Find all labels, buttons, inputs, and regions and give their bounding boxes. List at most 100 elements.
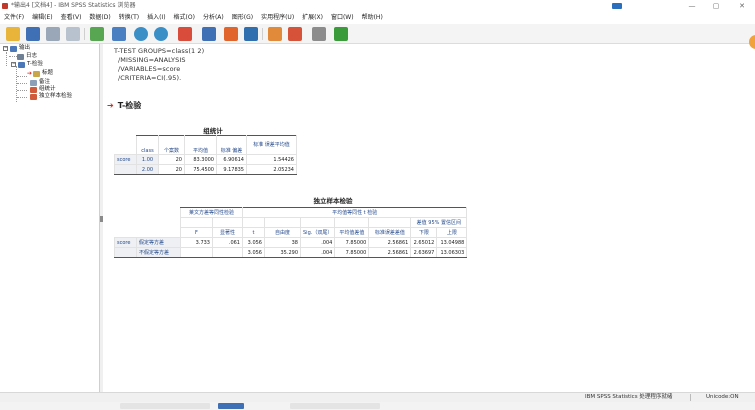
menu-help[interactable]: 帮助(H) xyxy=(358,12,387,24)
ttest-group-header: 平均值等同性 t 检验 xyxy=(241,207,468,218)
stop-icon[interactable] xyxy=(312,27,326,41)
goto-case-icon[interactable] xyxy=(202,27,216,41)
syntax-line: /VARIABLES=score xyxy=(118,65,181,73)
status-bar: IBM SPSS Statistics 处理程序就绪 Unicode:ON xyxy=(0,392,755,402)
cell: 2.63697 xyxy=(410,247,438,258)
menu-edit[interactable]: 编辑(E) xyxy=(28,12,56,24)
table-corner xyxy=(137,228,181,238)
status-divider xyxy=(690,394,691,401)
menu-utilities[interactable]: 实用程序(U) xyxy=(257,12,298,24)
toolbar xyxy=(0,24,755,44)
cell: 3.056 xyxy=(242,247,265,258)
table-icon xyxy=(30,93,37,100)
goto-variable-icon[interactable] xyxy=(224,27,238,41)
collapse-icon[interactable]: − xyxy=(3,46,8,51)
menu-analyze[interactable]: 分析(A) xyxy=(199,12,228,24)
open-icon[interactable] xyxy=(6,27,20,41)
outline-node-title[interactable]: ➔ 标题 xyxy=(27,70,53,77)
dialog-recall-icon[interactable] xyxy=(112,27,126,41)
outline-node-independent-test[interactable]: 独立样本检验 xyxy=(30,93,72,100)
row-header-class: 2.00 xyxy=(136,164,159,175)
independent-test-title: 独立样本检验 xyxy=(313,197,353,205)
col-header-t: t xyxy=(242,227,265,238)
menu-view[interactable]: 查看(V) xyxy=(57,12,86,24)
input-method-icon[interactable] xyxy=(612,3,622,9)
run-icon[interactable] xyxy=(334,27,348,41)
cell: 9.17835 xyxy=(216,164,247,175)
spss-app-icon xyxy=(2,3,8,9)
col-header-sig-spacer xyxy=(212,217,243,228)
variables-icon[interactable] xyxy=(244,27,258,41)
menu-extensions[interactable]: 扩展(X) xyxy=(298,12,327,24)
tree-connector xyxy=(17,97,27,98)
undo-icon[interactable] xyxy=(134,27,148,41)
status-processor-ready: IBM SPSS Statistics 处理程序就绪 xyxy=(585,394,673,400)
row-header-variable-blank xyxy=(114,247,137,258)
cell: 7.85000 xyxy=(334,237,370,248)
taskbar-item[interactable] xyxy=(290,403,380,409)
table-corner xyxy=(137,218,181,228)
tree-connector xyxy=(17,76,27,77)
cell: 2.56861 xyxy=(368,237,412,248)
outline-node-output[interactable]: − 输出 xyxy=(3,45,30,52)
independent-test-table[interactable]: 莱文方差等同性检验 平均值等同性 t 检验 差值 95% 置信区间 F 显著性 … xyxy=(114,207,468,258)
print-icon[interactable] xyxy=(46,27,60,41)
table-corner xyxy=(115,136,137,155)
row-header-variable: score xyxy=(114,154,137,165)
minimize-button[interactable]: — xyxy=(684,0,700,12)
cell: 13.04988 xyxy=(436,237,468,248)
cell: 20 xyxy=(158,164,185,175)
syntax-log: T-TEST GROUPS=class(1 2) /MISSING=ANALYS… xyxy=(114,47,204,83)
levene-group-header: 莱文方差等同性检验 xyxy=(180,207,243,218)
maximize-button[interactable]: ▢ xyxy=(708,0,724,12)
menu-window[interactable]: 窗口(W) xyxy=(327,12,358,24)
output-book-icon xyxy=(10,45,17,52)
redo-icon[interactable] xyxy=(154,27,168,41)
taskbar-item-active[interactable] xyxy=(218,403,244,409)
outline-node-log[interactable]: 日志 xyxy=(17,53,37,60)
syntax-line: T-TEST GROUPS=class(1 2) xyxy=(114,47,205,55)
outline-label-ttest: T-检验 xyxy=(27,61,43,67)
menu-graphs[interactable]: 图形(G) xyxy=(228,12,257,24)
menu-file[interactable]: 文件(F) xyxy=(0,12,28,24)
menu-insert[interactable]: 插入(I) xyxy=(143,12,169,24)
outline-node-notes[interactable]: 备注 xyxy=(30,79,50,86)
cell: .061 xyxy=(212,237,243,248)
col-header-f-spacer xyxy=(180,217,213,228)
output-content-pane: T-TEST GROUPS=class(1 2) /MISSING=ANALYS… xyxy=(103,44,755,392)
cell: 35.290 xyxy=(264,247,301,258)
col-header-sig: 显著性 xyxy=(212,227,243,238)
insert-output-icon[interactable] xyxy=(268,27,282,41)
table-row: 不假定等方差 3.056 35.290 .004 7.85000 2.56861… xyxy=(114,247,468,258)
cell: 7.85000 xyxy=(334,247,370,258)
menu-transform[interactable]: 转换(T) xyxy=(115,12,143,24)
row-header-assumption: 假定等方差 xyxy=(136,237,181,248)
collapse-icon[interactable]: − xyxy=(11,62,16,67)
taskbar-item[interactable] xyxy=(120,403,210,409)
print-preview-icon[interactable] xyxy=(66,27,80,41)
outline-label-notes: 备注 xyxy=(39,79,51,85)
log-icon xyxy=(17,53,24,60)
outline-node-group-stats[interactable]: 组统计 xyxy=(30,86,56,93)
col-header-se: 标准 误差平均值 xyxy=(246,135,297,155)
close-button[interactable]: ✕ xyxy=(734,0,750,12)
table-row: score 1.00 20 83.3000 6.90614 1.54426 xyxy=(114,154,297,165)
save-icon[interactable] xyxy=(26,27,40,41)
table-icon xyxy=(30,86,37,93)
menu-data[interactable]: 数据(D) xyxy=(85,12,114,24)
export-icon[interactable] xyxy=(90,27,104,41)
syntax-line: /CRITERIA=CI(.95). xyxy=(118,74,182,82)
selected-arrow-icon: ➔ xyxy=(27,70,33,77)
cell: 83.3000 xyxy=(184,154,217,165)
goto-data-icon[interactable] xyxy=(178,27,192,41)
cell: 2.65012 xyxy=(410,237,438,248)
section-heading[interactable]: ➔ T-检验 xyxy=(107,100,141,111)
outline-node-ttest[interactable]: − T-检验 xyxy=(11,61,43,68)
designate-window-icon[interactable] xyxy=(288,27,302,41)
tree-connector xyxy=(6,52,7,66)
menu-format[interactable]: 格式(O) xyxy=(170,12,199,24)
group-stats-table[interactable]: class 个案数 平均值 标准 偏差 标准 误差平均值 score 1.00 … xyxy=(114,135,297,175)
table-corner xyxy=(115,228,137,238)
cell xyxy=(212,247,243,258)
window-title: *输出4 [文档4] - IBM SPSS Statistics 浏览器 xyxy=(11,2,136,9)
